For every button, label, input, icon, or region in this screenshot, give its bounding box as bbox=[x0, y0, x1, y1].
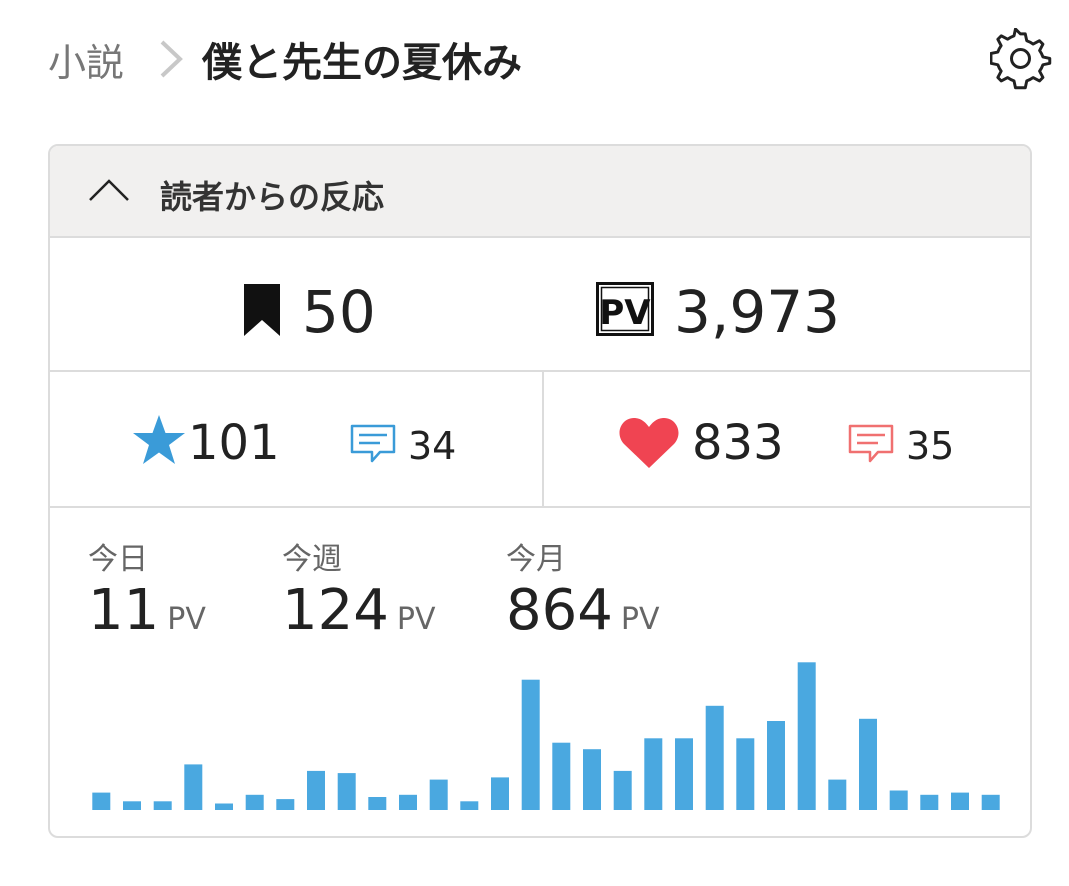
page-view-total: 3,973 bbox=[674, 278, 841, 346]
chart-bar bbox=[859, 718, 877, 810]
pv-icon: PV bbox=[596, 282, 654, 336]
chart-bar bbox=[797, 662, 816, 810]
bookmark-count: 50 bbox=[302, 278, 376, 346]
reactions-row: 101 34 833 35 bbox=[50, 372, 1030, 508]
gear-icon[interactable] bbox=[990, 28, 1052, 90]
page-title: 僕と先生の夏休み bbox=[202, 40, 522, 86]
comment-icon bbox=[848, 424, 894, 463]
reactions-panel-title: 読者からの反応 bbox=[160, 178, 385, 216]
chart-bar bbox=[981, 794, 1000, 810]
chart-bar bbox=[153, 801, 172, 810]
stat-value: 124 bbox=[282, 578, 389, 643]
stat-label: 今月 bbox=[506, 542, 566, 577]
chart-bar bbox=[920, 794, 939, 810]
bookmark-icon bbox=[244, 284, 280, 336]
chart-bar bbox=[736, 738, 755, 810]
chart-bar bbox=[215, 803, 233, 810]
chart-bar bbox=[491, 777, 509, 810]
totals-row: 50 PV 3,973 bbox=[50, 238, 1030, 372]
chart-bar bbox=[123, 801, 141, 810]
chart-bar bbox=[368, 797, 387, 810]
chart-bar bbox=[767, 721, 785, 810]
stat-this-week: 今週 124 PV bbox=[282, 534, 436, 643]
stat-value: 11 bbox=[88, 578, 160, 643]
daily-pv-bar-chart bbox=[92, 662, 1000, 810]
reactions-panel: 読者からの反応 50 PV 3,973 101 34 833 35 今日 11 … bbox=[48, 144, 1032, 838]
chart-bar bbox=[521, 679, 540, 810]
heart-comment-count: 35 bbox=[906, 424, 955, 468]
stat-unit: PV bbox=[396, 602, 436, 637]
stat-today: 今日 11 PV bbox=[88, 534, 206, 643]
breadcrumb-parent[interactable]: 小説 bbox=[48, 32, 124, 87]
chart-bar bbox=[307, 770, 325, 810]
star-comment-count: 34 bbox=[408, 424, 457, 468]
chart-bar bbox=[889, 790, 908, 810]
chart-bar bbox=[951, 792, 969, 810]
chart-bar bbox=[184, 764, 203, 810]
heart-count: 833 bbox=[692, 415, 784, 471]
chart-bar bbox=[245, 794, 264, 810]
chart-bar bbox=[552, 742, 571, 810]
page-view-stats: 今日 11 PV 今週 124 PV 今月 864 PV bbox=[50, 508, 1030, 836]
chart-bar bbox=[583, 749, 601, 810]
stat-unit: PV bbox=[620, 602, 660, 637]
chart-bar bbox=[460, 801, 479, 810]
stat-label: 今週 bbox=[282, 542, 342, 577]
reactions-panel-header[interactable]: 読者からの反応 bbox=[50, 146, 1030, 238]
stat-label: 今日 bbox=[88, 542, 148, 577]
chevron-right-icon bbox=[160, 40, 183, 78]
comment-icon bbox=[350, 424, 396, 463]
chart-bar bbox=[276, 799, 295, 810]
top-bar: 小説 僕と先生の夏休み bbox=[0, 0, 1069, 120]
chart-bar bbox=[92, 792, 111, 810]
chart-bar bbox=[705, 705, 724, 810]
chart-bar bbox=[675, 738, 693, 810]
chart-bar bbox=[613, 770, 632, 810]
stat-unit: PV bbox=[167, 602, 206, 637]
chart-bar bbox=[644, 738, 663, 810]
pv-badge-text: PV bbox=[599, 293, 651, 333]
chart-bar bbox=[429, 779, 448, 810]
chart-bar bbox=[337, 773, 356, 810]
chart-bar bbox=[399, 794, 417, 810]
stat-value: 864 bbox=[506, 578, 613, 643]
chevron-up-icon[interactable] bbox=[88, 176, 130, 204]
star-count: 101 bbox=[188, 415, 280, 471]
heart-icon bbox=[619, 417, 679, 468]
column-divider bbox=[542, 372, 544, 506]
chart-bar bbox=[828, 779, 847, 810]
stat-this-month: 今月 864 PV bbox=[506, 534, 660, 643]
star-icon bbox=[133, 415, 185, 464]
